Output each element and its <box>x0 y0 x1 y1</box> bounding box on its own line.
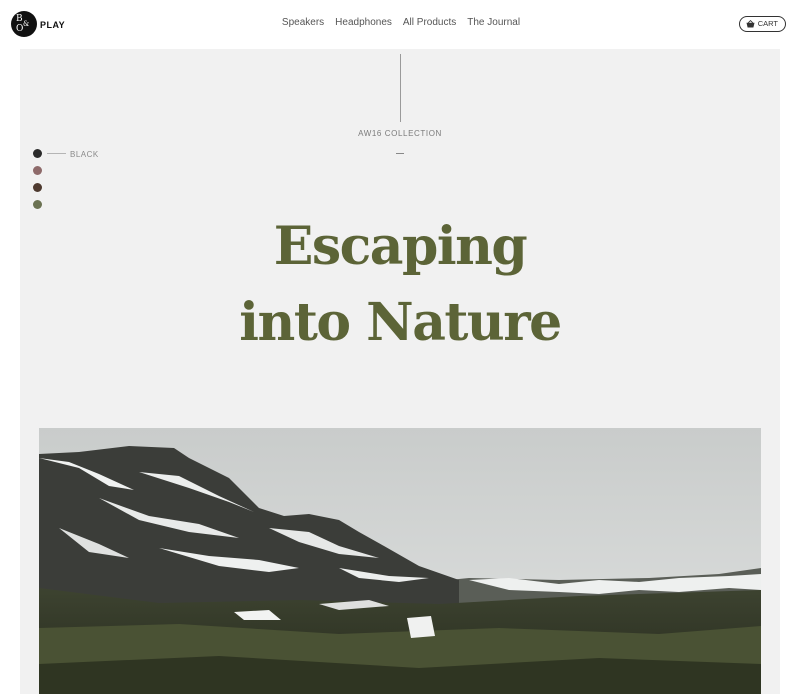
basket-icon <box>746 20 755 28</box>
main-nav: Speakers Headphones All Products The Jou… <box>0 17 802 28</box>
collection-label: AW16 COLLECTION <box>358 129 442 138</box>
swatch-green[interactable] <box>33 200 42 209</box>
nav-item-all-products[interactable]: All Products <box>403 17 456 28</box>
swatch-black[interactable] <box>33 149 42 158</box>
hero-headline: Escaping into Nature <box>20 209 780 361</box>
hero-landscape-image <box>39 428 761 694</box>
nav-item-headphones[interactable]: Headphones <box>335 17 392 28</box>
swatch-selected-label: BLACK <box>70 150 99 159</box>
headline-line-1: Escaping <box>273 216 528 277</box>
hero-vertical-divider <box>400 54 401 122</box>
collection-dash-divider <box>396 153 404 154</box>
swatch-selected-line <box>47 153 66 154</box>
headline-line-2: into Nature <box>239 292 562 353</box>
top-navigation-bar: B & O PLAY Speakers Headphones All Produ… <box>0 0 802 48</box>
swatch-rose[interactable] <box>33 166 42 175</box>
nav-item-the-journal[interactable]: The Journal <box>467 17 520 28</box>
cart-label: CART <box>757 19 778 28</box>
hero-section: AW16 COLLECTION BLACK Escaping into Natu… <box>20 49 780 694</box>
swatch-brown[interactable] <box>33 183 42 192</box>
nav-item-speakers[interactable]: Speakers <box>282 17 324 28</box>
cart-button[interactable]: CART <box>738 16 786 32</box>
